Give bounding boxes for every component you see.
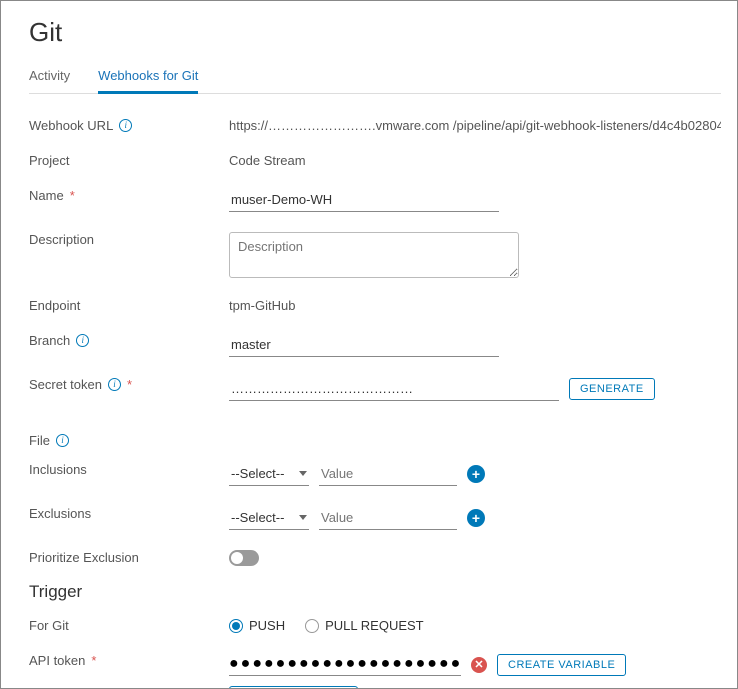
- tab-webhooks-for-git[interactable]: Webhooks for Git: [98, 62, 198, 94]
- page-title: Git: [29, 17, 721, 48]
- label-secret-token: Secret token i *: [29, 373, 229, 392]
- tab-activity[interactable]: Activity: [29, 62, 70, 93]
- tabs: Activity Webhooks for Git: [29, 62, 721, 94]
- secret-token-input[interactable]: [229, 377, 559, 401]
- info-icon[interactable]: i: [76, 334, 89, 347]
- prioritize-exclusion-toggle[interactable]: [229, 550, 259, 566]
- label-branch: Branch i: [29, 329, 229, 348]
- branch-input[interactable]: [229, 333, 499, 357]
- description-textarea[interactable]: [229, 232, 519, 278]
- inclusions-select[interactable]: --Select--: [229, 462, 309, 486]
- label-webhook-url: Webhook URL i: [29, 114, 229, 133]
- value-project: Code Stream: [229, 149, 721, 168]
- select-value: --Select--: [231, 466, 284, 481]
- add-inclusion-button[interactable]: +: [467, 465, 485, 483]
- create-variable-button[interactable]: CREATE VARIABLE: [497, 654, 626, 676]
- radio-pull-request-label: PULL REQUEST: [325, 618, 424, 633]
- exclusions-select[interactable]: --Select--: [229, 506, 309, 530]
- info-icon[interactable]: i: [56, 434, 69, 447]
- chevron-down-icon: [299, 515, 307, 520]
- radio-push-label: PUSH: [249, 618, 285, 633]
- label-description: Description: [29, 228, 229, 247]
- radio-push[interactable]: PUSH: [229, 618, 285, 633]
- name-input[interactable]: [229, 188, 499, 212]
- chevron-down-icon: [299, 471, 307, 476]
- label-inclusions: Inclusions: [29, 458, 229, 477]
- value-endpoint: tpm-GitHub: [229, 294, 721, 313]
- inclusions-value-input[interactable]: [319, 462, 457, 486]
- radio-pull-request[interactable]: PULL REQUEST: [305, 618, 424, 633]
- add-exclusion-button[interactable]: +: [467, 509, 485, 527]
- label-project: Project: [29, 149, 229, 168]
- value-webhook-url: https://…………………….vmware.com /pipeline/ap…: [229, 114, 721, 133]
- select-value: --Select--: [231, 510, 284, 525]
- exclusions-value-input[interactable]: [319, 506, 457, 530]
- label-exclusions: Exclusions: [29, 502, 229, 521]
- label-file: File i: [29, 429, 229, 448]
- api-token-input[interactable]: [229, 653, 461, 676]
- label-for-git: For Git: [29, 614, 229, 633]
- label-prioritize-exclusion: Prioritize Exclusion: [29, 546, 229, 565]
- error-icon: ✕: [471, 657, 487, 673]
- info-icon[interactable]: i: [108, 378, 121, 391]
- info-icon[interactable]: i: [119, 119, 132, 132]
- section-trigger: Trigger: [29, 582, 721, 602]
- label-name: Name *: [29, 184, 229, 203]
- label-api-token: API token *: [29, 649, 229, 668]
- label-endpoint: Endpoint: [29, 294, 229, 313]
- generate-button[interactable]: GENERATE: [569, 378, 655, 400]
